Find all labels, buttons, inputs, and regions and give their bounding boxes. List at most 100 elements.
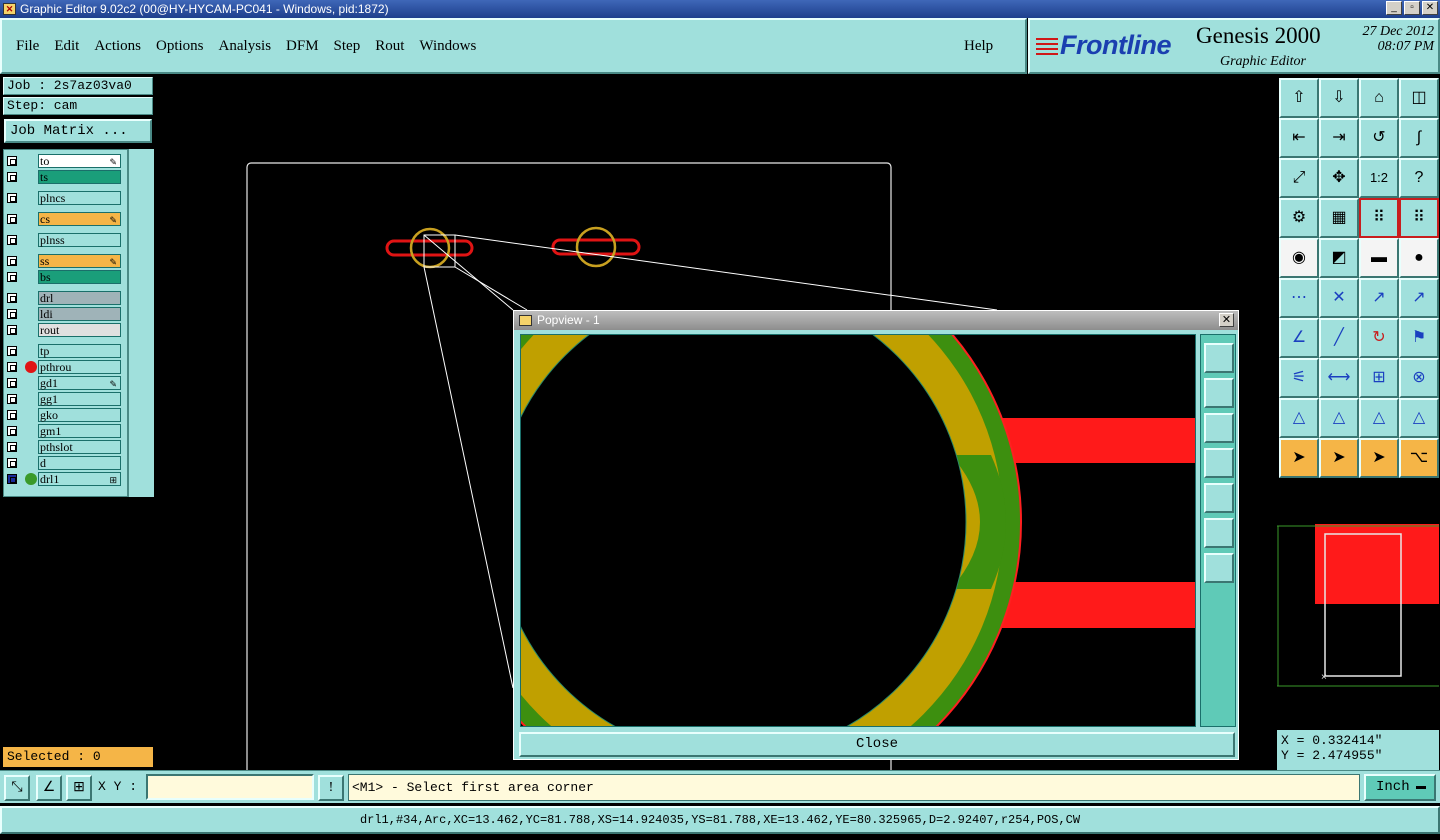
layer-checkbox[interactable] [7, 442, 17, 452]
close-window-button[interactable]: ✕ [1422, 1, 1438, 15]
layer-row-plncs[interactable]: plncs [5, 191, 121, 205]
layer-row-cs[interactable]: cs ✎ [5, 212, 121, 226]
zoom-in-icon[interactable]: ⇧ [1279, 78, 1319, 118]
menu-analysis[interactable]: Analysis [219, 38, 272, 55]
pan-down-icon[interactable] [1204, 413, 1234, 443]
fit-icon[interactable]: ⤢ [1279, 158, 1319, 198]
measure-icon[interactable]: ⚟ [1279, 358, 1319, 398]
layer-checkbox[interactable] [7, 272, 17, 282]
triangle-c-icon[interactable]: △ [1359, 398, 1399, 438]
layer-checkbox[interactable] [7, 156, 17, 166]
triangle-d-icon[interactable]: △ [1399, 398, 1439, 438]
menu-windows[interactable]: Windows [419, 38, 476, 55]
layer-name[interactable]: bs [38, 270, 121, 284]
angle-icon[interactable]: ∠ [1279, 318, 1319, 358]
popview-canvas[interactable] [520, 334, 1196, 727]
layer-name[interactable]: plncs [38, 191, 121, 205]
layer-checkbox[interactable] [7, 293, 17, 303]
units-select[interactable]: Inch [1364, 774, 1436, 801]
window-split-icon[interactable]: ◫ [1399, 78, 1439, 118]
popview-title-bar[interactable]: Popview - 1 ✕ [514, 311, 1238, 330]
cross-icon[interactable]: ✕ [1319, 278, 1359, 318]
pan-left-icon[interactable]: ⇤ [1279, 118, 1319, 158]
menu-step[interactable]: Step [334, 38, 361, 55]
zoom-home-icon[interactable] [1204, 343, 1234, 373]
layer-name[interactable]: ts [38, 170, 121, 184]
layer-checkbox[interactable] [7, 235, 17, 245]
xy-input[interactable] [146, 774, 314, 800]
angle-mode-button[interactable]: ∠ [36, 775, 62, 801]
grid-icon[interactable]: ▦ [1319, 198, 1359, 238]
layer-row-tp[interactable]: tp [5, 344, 121, 358]
route-icon[interactable]: ⌥ [1399, 438, 1439, 478]
layer-name[interactable]: drl [38, 291, 121, 305]
layer-row-drl1[interactable]: drl1 ⊞ [5, 472, 121, 486]
restore-button[interactable]: ▫ [1404, 1, 1420, 15]
popview-drawing[interactable] [521, 335, 1196, 727]
layer-row-drl[interactable]: drl [5, 291, 121, 305]
layer-name[interactable]: gko [38, 408, 121, 422]
layer-checkbox[interactable] [7, 474, 17, 484]
triangle-b-icon[interactable]: △ [1319, 398, 1359, 438]
menu-options[interactable]: Options [156, 38, 204, 55]
layer-row-gd1[interactable]: gd1 ✎ [5, 376, 121, 390]
layer-row-ldi[interactable]: ldi [5, 307, 121, 321]
zoom-out-icon[interactable] [1204, 553, 1234, 583]
menu-actions[interactable]: Actions [94, 38, 141, 55]
pan-right-icon[interactable]: ⇥ [1319, 118, 1359, 158]
layer-name[interactable]: drl1 ⊞ [38, 472, 121, 486]
layer-name[interactable]: plnss [38, 233, 121, 247]
navigation-minimap[interactable]: × [1277, 486, 1439, 724]
snap-mode-button[interactable]: ⤡ [4, 775, 30, 801]
layer-name[interactable]: to ✎ [38, 154, 121, 168]
snap-icon[interactable]: ⠿ [1359, 198, 1399, 238]
center-icon[interactable]: ✥ [1319, 158, 1359, 198]
arrow-blue-icon[interactable]: ↗ [1399, 278, 1439, 318]
pan-up-icon[interactable] [1204, 378, 1234, 408]
layers-icon[interactable]: ⊗ [1399, 358, 1439, 398]
menu-file[interactable]: File [16, 38, 39, 55]
menu-edit[interactable]: Edit [54, 38, 79, 55]
minimap-drawing[interactable]: × [1277, 486, 1439, 724]
layer-checkbox[interactable] [7, 172, 17, 182]
triangle-a-icon[interactable]: △ [1279, 398, 1319, 438]
popview-close-icon[interactable]: ✕ [1219, 313, 1234, 327]
grid-snap-button[interactable]: ⊞ [66, 775, 92, 801]
menu-dfm[interactable]: DFM [286, 38, 319, 55]
dot-icon[interactable]: ● [1399, 238, 1439, 278]
ratio-label-icon[interactable]: 1:2 [1359, 158, 1399, 198]
layer-checkbox[interactable] [7, 214, 17, 224]
flip-icon[interactable]: ↺ [1359, 118, 1399, 158]
layer-checkbox[interactable] [7, 426, 17, 436]
layer-row-gg1[interactable]: gg1 [5, 392, 121, 406]
layer-row-pthrou[interactable]: pthrou [5, 360, 121, 374]
layer-row-rout[interactable]: rout [5, 323, 121, 337]
pointer-icon[interactable]: ➤ [1279, 438, 1319, 478]
ruler-icon[interactable]: ▬ [1359, 238, 1399, 278]
menu-help[interactable]: Help [964, 38, 993, 55]
layer-row-ss[interactable]: ss ✎ [5, 254, 121, 268]
layer-checkbox[interactable] [7, 193, 17, 203]
snap-all-icon[interactable]: ⠿ [1399, 198, 1439, 238]
layer-name[interactable]: ss ✎ [38, 254, 121, 268]
home-icon[interactable]: ⌂ [1359, 78, 1399, 118]
layer-name[interactable]: pthrou [38, 360, 121, 374]
pan-left-icon[interactable] [1204, 448, 1234, 478]
swap-icon[interactable]: ∫ [1399, 118, 1439, 158]
layer-row-plnss[interactable]: plnss [5, 233, 121, 247]
pad-icon[interactable]: ◉ [1279, 238, 1319, 278]
dimension-icon[interactable]: ⟷ [1319, 358, 1359, 398]
layer-row-gm1[interactable]: gm1 [5, 424, 121, 438]
arc-icon[interactable]: ↻ [1359, 318, 1399, 358]
layer-checkbox[interactable] [7, 378, 17, 388]
layer-name[interactable]: pthslot [38, 440, 121, 454]
layer-row-pthslot[interactable]: pthslot [5, 440, 121, 454]
layer-list-scrollbar[interactable] [128, 149, 154, 497]
layer-row-gko[interactable]: gko [5, 408, 121, 422]
layer-checkbox[interactable] [7, 410, 17, 420]
arrow-red-icon[interactable]: ↗ [1359, 278, 1399, 318]
settings-icon[interactable]: ⚙ [1279, 198, 1319, 238]
zoom-in-icon[interactable] [1204, 518, 1234, 548]
layer-checkbox[interactable] [7, 325, 17, 335]
layer-checkbox[interactable] [7, 346, 17, 356]
